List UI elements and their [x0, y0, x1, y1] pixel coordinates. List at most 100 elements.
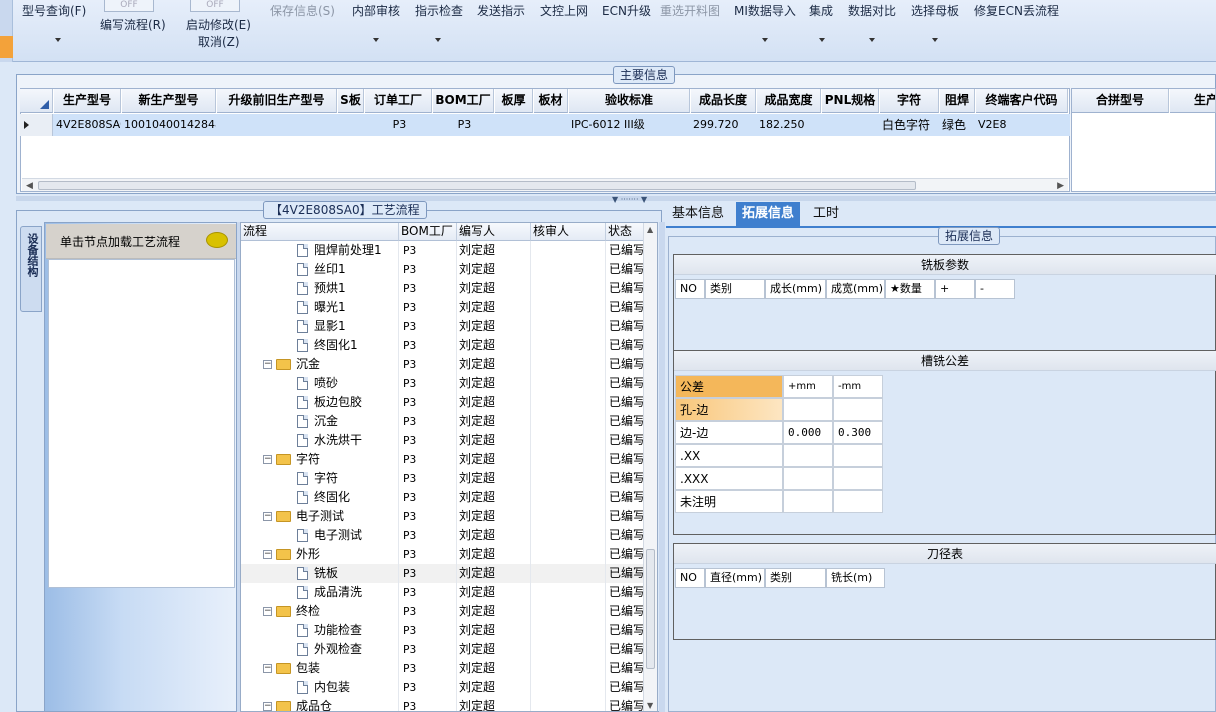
toggle-off-2[interactable]: OFF	[190, 0, 240, 12]
instruction-check-button[interactable]: 指示检查	[415, 2, 463, 19]
tree-row[interactable]: 电子测试 P3 刘定超 已编写	[241, 526, 643, 545]
table-cell[interactable]: 4V2E808SA0	[54, 114, 121, 136]
scrollbar-thumb[interactable]	[38, 181, 916, 190]
col-header[interactable]: 终端客户代码	[976, 89, 1068, 113]
tree-row[interactable]: 水洗烘干 P3 刘定超 已编写	[241, 431, 643, 450]
tree-node[interactable]: − 包装	[241, 659, 399, 678]
tree-node[interactable]: 终固化	[241, 488, 399, 507]
collapse-toggle-icon[interactable]: −	[263, 702, 272, 711]
cancel-button[interactable]: 取消(Z)	[198, 33, 240, 50]
tree-col-header[interactable]: 状态	[606, 223, 646, 241]
repair-ecn-flow-button[interactable]: 修复ECN丢流程	[974, 2, 1059, 19]
col-header[interactable]: PNL规格	[822, 89, 879, 113]
tab-basic-info[interactable]: 基本信息	[666, 202, 730, 226]
chevron-down-icon[interactable]	[819, 38, 825, 42]
tree-row[interactable]: 字符 P3 刘定超 已编写	[241, 469, 643, 488]
tree-row[interactable]: 内包装 P3 刘定超 已编写	[241, 678, 643, 697]
vertical-scrollbar[interactable]: ▲ ▼	[643, 223, 657, 711]
collapse-toggle-icon[interactable]: −	[263, 550, 272, 559]
tree-node[interactable]: 喷砂	[241, 374, 399, 393]
tolerance-plus-input[interactable]	[783, 490, 833, 513]
tolerance-minus-input[interactable]	[833, 444, 883, 467]
tree-row[interactable]: 曝光1 P3 刘定超 已编写	[241, 298, 643, 317]
tree-node[interactable]: 预烘1	[241, 279, 399, 298]
tree-col-header[interactable]: 编写人	[457, 223, 531, 241]
collapse-toggle-icon[interactable]: −	[263, 664, 272, 673]
tree-node[interactable]: 外观检查	[241, 640, 399, 659]
tree-node[interactable]: − 字符	[241, 450, 399, 469]
tolerance-plus-input[interactable]	[783, 467, 833, 490]
tree-node[interactable]: 铣板	[241, 564, 399, 583]
tree-node[interactable]: − 电子测试	[241, 507, 399, 526]
tolerance-minus-input[interactable]: 0.300	[833, 421, 883, 444]
mill-col-header[interactable]: 成长(mm)	[765, 279, 826, 299]
tree-row[interactable]: − 沉金 P3 刘定超 已编写	[241, 355, 643, 374]
col-header[interactable]: 生产型号	[54, 89, 121, 113]
tree-row[interactable]: 沉金 P3 刘定超 已编写	[241, 412, 643, 431]
col-header[interactable]: 成品长度	[691, 89, 756, 113]
tree-node[interactable]: 成品清洗	[241, 583, 399, 602]
table-cell[interactable]	[338, 114, 364, 136]
tree-node[interactable]: 曝光1	[241, 298, 399, 317]
table-cell[interactable]: P3	[433, 114, 494, 136]
table-cell[interactable]	[534, 114, 568, 136]
col-side-production[interactable]: 生产	[1170, 89, 1216, 113]
mill-col-header[interactable]: -	[975, 279, 1015, 299]
col-header[interactable]: 升级前旧生产型号	[217, 89, 337, 113]
send-instruction-button[interactable]: 发送指示	[477, 2, 525, 19]
mill-col-header[interactable]: ★数量	[885, 279, 935, 299]
table-cell[interactable]	[217, 114, 337, 136]
tolerance-plus-input[interactable]	[783, 398, 833, 421]
tree-node[interactable]: 字符	[241, 469, 399, 488]
mill-col-header[interactable]: +	[935, 279, 975, 299]
scroll-right-icon[interactable]: ▶	[1057, 181, 1064, 191]
tree-col-header[interactable]: 核审人	[531, 223, 606, 241]
collapse-toggle-icon[interactable]: −	[263, 607, 272, 616]
table-cell[interactable]: 182.250	[757, 114, 821, 136]
ecn-upgrade-button[interactable]: ECN升级	[602, 2, 651, 19]
mill-col-header[interactable]: 类别	[705, 279, 765, 299]
tree-row[interactable]: 终固化 P3 刘定超 已编写	[241, 488, 643, 507]
table-cell[interactable]: IPC-6012 III级	[569, 114, 690, 136]
tree-col-header[interactable]: 流程	[241, 223, 399, 241]
tree-col-header[interactable]: BOM工厂	[399, 223, 457, 241]
table-cell[interactable]: 10010400142848	[122, 114, 216, 136]
data-compare-button[interactable]: 数据对比	[848, 2, 896, 19]
row-indicator[interactable]	[20, 114, 53, 136]
mill-col-header[interactable]: NO	[675, 279, 705, 299]
collapse-toggle-icon[interactable]: −	[263, 455, 272, 464]
col-header[interactable]: 板材	[534, 89, 568, 113]
table-cell[interactable]: 白色字符	[880, 114, 939, 136]
tree-node[interactable]: 终固化1	[241, 336, 399, 355]
scroll-up-icon[interactable]: ▲	[647, 225, 653, 234]
equipment-list[interactable]	[48, 259, 235, 588]
col-header[interactable]: S板	[338, 89, 364, 113]
tree-row[interactable]: 喷砂 P3 刘定超 已编写	[241, 374, 643, 393]
tree-node[interactable]: − 成品仓	[241, 697, 399, 711]
tree-node[interactable]: 丝印1	[241, 260, 399, 279]
toggle-off-1[interactable]: OFF	[104, 0, 154, 12]
doc-control-online-button[interactable]: 文控上网	[540, 2, 588, 19]
knife-col-header[interactable]: 直径(mm)	[705, 568, 765, 588]
col-header[interactable]: 字符	[880, 89, 939, 113]
tree-node[interactable]: 水洗烘干	[241, 431, 399, 450]
chevron-down-icon[interactable]	[869, 38, 875, 42]
tree-row[interactable]: − 外形 P3 刘定超 已编写	[241, 545, 643, 564]
chevron-down-icon[interactable]	[435, 38, 441, 42]
tree-node[interactable]: 电子测试	[241, 526, 399, 545]
tree-row[interactable]: 终固化1 P3 刘定超 已编写	[241, 336, 643, 355]
tolerance-minus-input[interactable]	[833, 490, 883, 513]
tree-row[interactable]: 成品清洗 P3 刘定超 已编写	[241, 583, 643, 602]
knife-col-header[interactable]: NO	[675, 568, 705, 588]
tree-row[interactable]: 预烘1 P3 刘定超 已编写	[241, 279, 643, 298]
table-cell[interactable]: 绿色	[940, 114, 975, 136]
chevron-down-icon[interactable]	[373, 38, 379, 42]
internal-review-button[interactable]: 内部审核	[352, 2, 400, 19]
tree-row[interactable]: 板边包胶 P3 刘定超 已编写	[241, 393, 643, 412]
save-info-button[interactable]: 保存信息(S)	[270, 2, 335, 19]
col-header[interactable]: 阻焊	[940, 89, 975, 113]
tab-work-hours[interactable]: 工时	[807, 202, 845, 226]
tree-node[interactable]: 板边包胶	[241, 393, 399, 412]
tab-extended-info[interactable]: 拓展信息	[736, 202, 801, 226]
col-header[interactable]: 订单工厂	[365, 89, 432, 113]
